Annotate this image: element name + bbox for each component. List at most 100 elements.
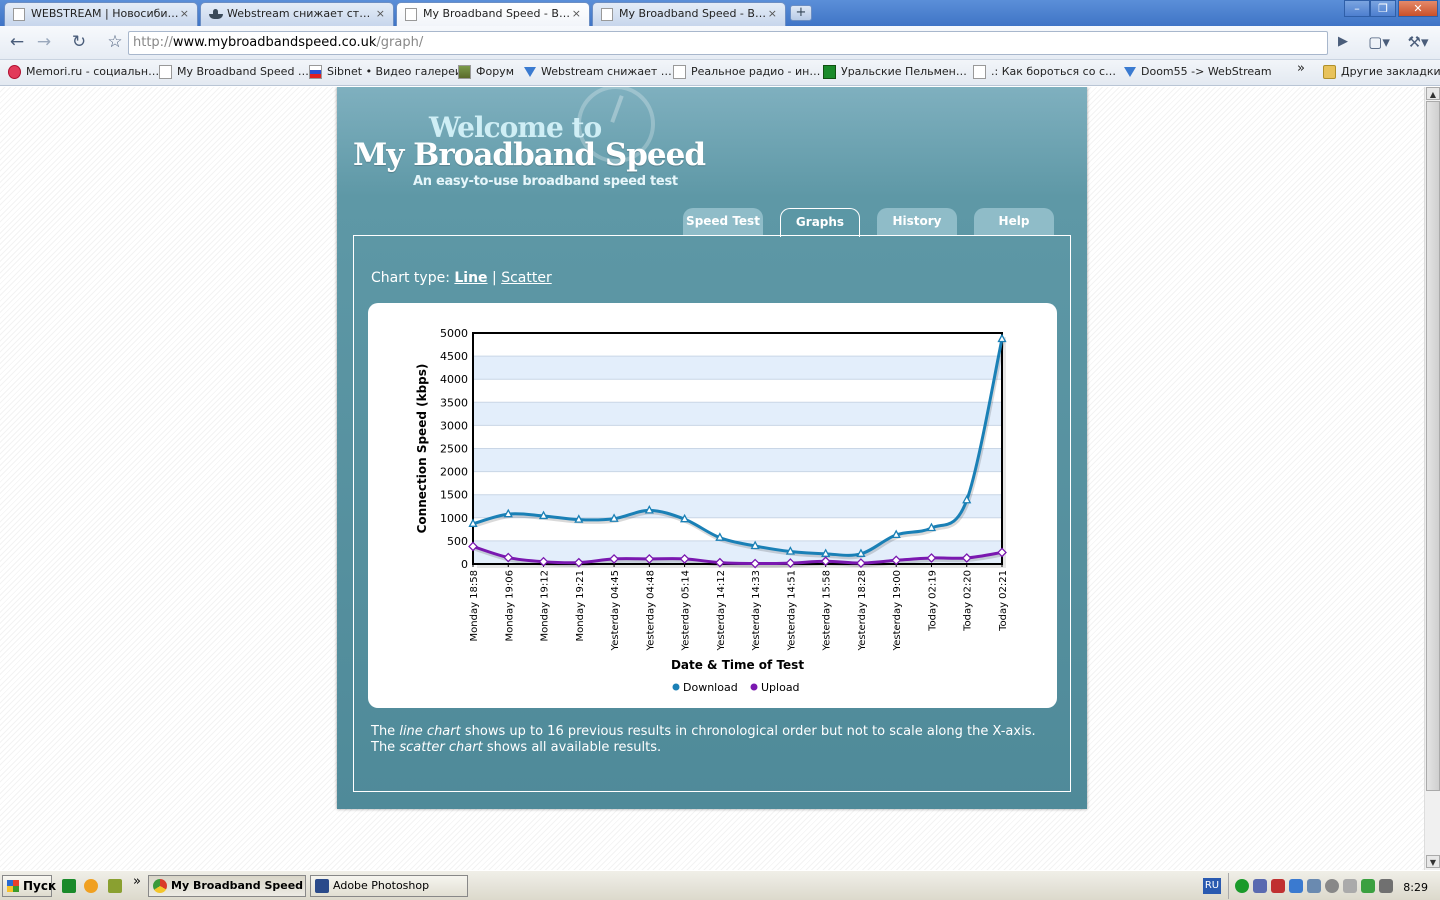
bookmark-star-icon[interactable]: ☆: [104, 32, 126, 54]
bookmark-item[interactable]: My Broadband Speed …: [159, 65, 309, 79]
tray-network-icon[interactable]: [1235, 879, 1249, 893]
grid-band: [473, 494, 1002, 518]
address-bar[interactable]: http://www.mybroadbandspeed.co.uk/graph/: [128, 31, 1328, 55]
y-tick-label: 5000: [440, 327, 468, 340]
line-chart-link[interactable]: Line: [454, 270, 487, 286]
tray-app-icon[interactable]: [1343, 879, 1357, 893]
tray-app-icon[interactable]: [1379, 879, 1393, 893]
task-label: Adobe Photoshop: [333, 879, 430, 892]
new-tab-button[interactable]: +: [790, 5, 812, 21]
tab-history[interactable]: History: [877, 208, 957, 236]
url-scheme: http://: [133, 35, 173, 50]
page-icon: [159, 65, 172, 79]
browser-tab[interactable]: WEBSTREAM | Новосибирс… ×: [4, 2, 198, 26]
bookmark-item[interactable]: Sibnet • Видео галереи: [309, 65, 462, 79]
forward-icon[interactable]: →: [33, 32, 55, 54]
x-tick-label: Yesterday 14:51: [786, 570, 797, 652]
minimize-button[interactable]: –: [1344, 0, 1370, 17]
tray-nvidia-icon[interactable]: [1361, 879, 1375, 893]
task-label: My Broadband Speed …: [171, 879, 306, 892]
page-icon: [973, 65, 986, 79]
page-scrollbar[interactable]: ▲ ▼: [1424, 87, 1440, 870]
quicklaunch-mail-icon[interactable]: [84, 879, 98, 893]
flag-icon: [309, 65, 322, 79]
x-tick-label: Yesterday 19:00: [892, 570, 903, 652]
tab-graphs[interactable]: Graphs: [780, 208, 860, 237]
x-tick-label: Yesterday 15:58: [822, 570, 833, 652]
bookmark-item[interactable]: Уральские Пельмен…: [823, 65, 967, 79]
boat-icon: [523, 65, 536, 79]
star-icon: [8, 65, 21, 79]
page-icon: [673, 65, 686, 79]
bookmark-item[interactable]: Форум: [458, 65, 514, 79]
bookmark-label: Форум: [476, 65, 514, 78]
tray-app-icon[interactable]: [1325, 879, 1339, 893]
scroll-thumb[interactable]: [1426, 101, 1440, 791]
tray-monitor-icon[interactable]: [1307, 879, 1321, 893]
y-tick-label: 0: [461, 558, 468, 571]
tray-antivirus-icon[interactable]: [1271, 879, 1285, 893]
tab-title: My Broadband Speed - Bro…: [619, 7, 767, 20]
site-logo[interactable]: My Broadband Speed: [353, 137, 706, 173]
quicklaunch-app-icon[interactable]: [108, 879, 122, 893]
reload-icon[interactable]: ↻: [68, 32, 90, 54]
y-tick-label: 4000: [440, 373, 468, 386]
tab-speed-test[interactable]: Speed Test: [683, 208, 763, 236]
bookmark-item[interactable]: Webstream снижает …: [523, 65, 672, 78]
bookmark-label: Memori.ru - социальн…: [26, 65, 160, 78]
chart-description: The line chart shows up to 16 previous r…: [371, 724, 1061, 756]
x-tick-label: Yesterday 04:48: [645, 570, 656, 652]
bookmark-item[interactable]: .: Как бороться со с…: [973, 65, 1116, 79]
scatter-chart-link[interactable]: Scatter: [501, 270, 552, 286]
start-button[interactable]: Пуск: [2, 875, 56, 897]
tray-app-icon[interactable]: [1289, 879, 1303, 893]
language-indicator[interactable]: RU: [1203, 878, 1221, 894]
scroll-up-icon[interactable]: ▲: [1426, 87, 1440, 100]
quicklaunch-green-icon[interactable]: [62, 879, 76, 893]
bookmarks-overflow-button[interactable]: »: [1297, 61, 1305, 76]
tab-title: Webstream снижает стои…: [227, 7, 375, 20]
y-axis-label: Connection Speed (kbps): [415, 364, 429, 534]
site-tagline: An easy-to-use broadband speed test: [413, 174, 678, 189]
page-menu-icon[interactable]: ▢▾: [1364, 32, 1394, 54]
system-tray: 8:29: [1228, 873, 1440, 899]
maximize-button[interactable]: ❐: [1370, 0, 1396, 17]
close-icon[interactable]: ×: [376, 7, 385, 20]
back-icon[interactable]: ←: [6, 32, 28, 54]
taskbar-button-browser[interactable]: My Broadband Speed …: [148, 875, 306, 897]
taskbar-button-photoshop[interactable]: Adobe Photoshop: [310, 875, 468, 897]
close-icon[interactable]: ×: [180, 7, 189, 20]
bookmark-label: Другие закладки: [1341, 65, 1440, 78]
y-tick-label: 1500: [440, 489, 468, 502]
doom-icon: [1123, 65, 1136, 79]
quicklaunch-more[interactable]: »: [133, 874, 141, 889]
taskbar-clock: 8:29: [1403, 881, 1428, 894]
wrench-icon[interactable]: ⚒▾: [1402, 32, 1434, 54]
other-bookmarks[interactable]: Другие закладки: [1323, 65, 1440, 79]
close-icon[interactable]: ×: [572, 7, 581, 20]
desc-emphasis: line chart: [399, 724, 461, 739]
bookmark-item[interactable]: Doom55 -> WebStream: [1123, 65, 1272, 78]
tab-title: WEBSTREAM | Новосибирс…: [31, 7, 179, 20]
browser-tab-strip: WEBSTREAM | Новосибирс… × Webstream сниж…: [0, 0, 1440, 27]
browser-tab[interactable]: Webstream снижает стои… ×: [200, 2, 394, 26]
chart-type-selector: Chart type: Line | Scatter: [371, 270, 552, 286]
y-tick-label: 4500: [440, 350, 468, 363]
grid-band: [473, 425, 1002, 449]
tab-help[interactable]: Help: [974, 208, 1054, 236]
page-icon: [601, 8, 613, 21]
green-icon: [823, 65, 836, 79]
scroll-down-icon[interactable]: ▼: [1426, 855, 1440, 868]
go-icon[interactable]: ▶: [1332, 32, 1354, 54]
bookmark-item[interactable]: Memori.ru - социальн…: [8, 65, 160, 79]
close-window-button[interactable]: ✕: [1398, 0, 1438, 17]
y-tick-label: 500: [447, 535, 468, 548]
tray-app-icon[interactable]: [1253, 879, 1267, 893]
close-icon[interactable]: ×: [768, 7, 777, 20]
browser-tab[interactable]: My Broadband Speed - Bro… ×: [592, 2, 786, 26]
photoshop-icon: [315, 879, 329, 893]
browser-tab-active[interactable]: My Broadband Speed - Bro… ×: [396, 2, 590, 27]
grid-band: [473, 448, 1002, 472]
x-tick-label: Today 02:19: [927, 570, 938, 632]
bookmark-item[interactable]: Реальное радио - ин…: [673, 65, 820, 79]
